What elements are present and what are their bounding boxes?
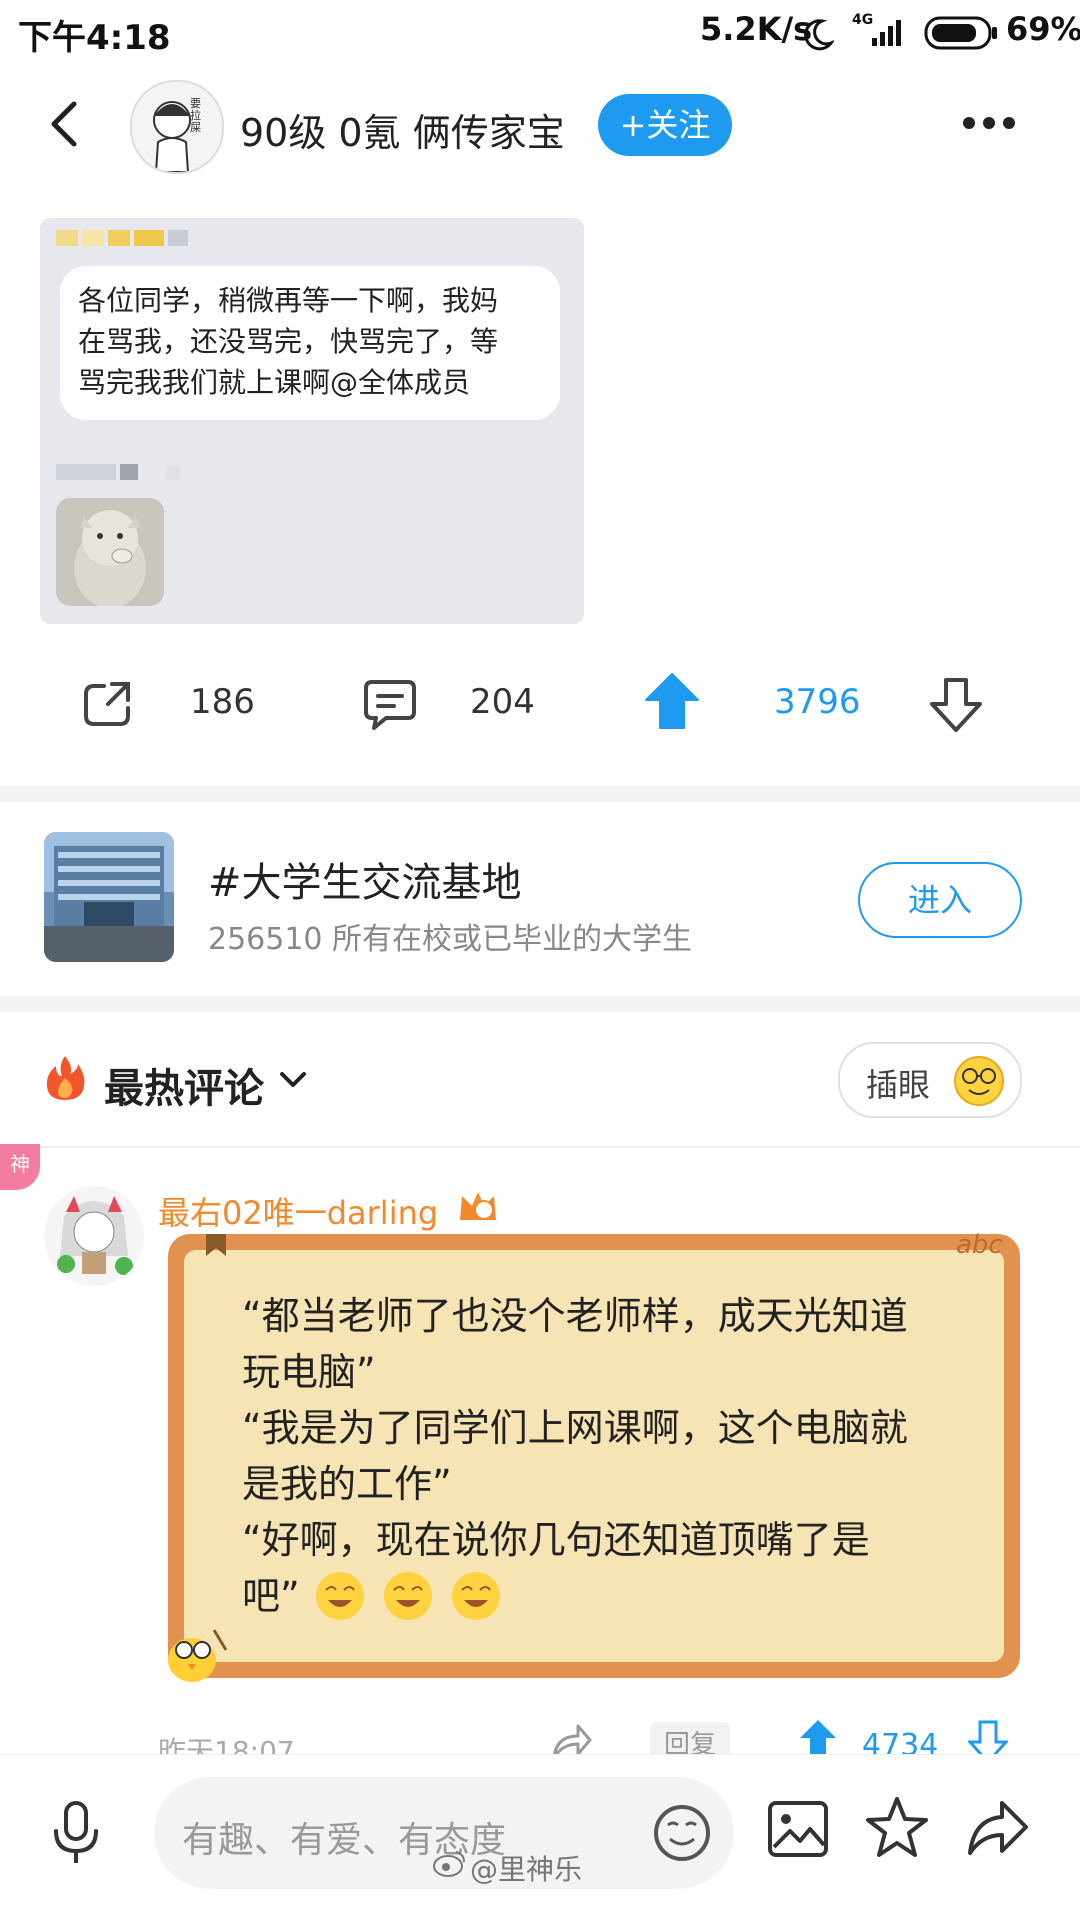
weibo-logo-icon — [433, 1851, 465, 1877]
moon-icon — [804, 19, 834, 51]
blurred-sender-name-2 — [56, 462, 196, 482]
share-count: 186 — [190, 682, 255, 722]
section-divider — [0, 786, 1080, 802]
more-dots-icon[interactable] — [962, 116, 1016, 130]
comment-bubble: “都当老师了也没个老师样，成天光知道 玩电脑” “我是为了同学们上网课啊，这个电… — [184, 1250, 1004, 1662]
section-divider-2 — [0, 996, 1080, 1012]
commenter-name[interactable]: 最右02唯一darling — [158, 1188, 438, 1234]
author-avatar[interactable]: 要拉屎 — [130, 80, 224, 174]
upvote-icon[interactable] — [644, 672, 700, 732]
status-bar: 下午4:18 5.2K/s 4G 69% — [0, 0, 1080, 64]
glasses-emoji-icon — [954, 1056, 1004, 1106]
avatar-drawing — [153, 101, 191, 172]
signal-icon — [872, 20, 901, 46]
bottom-input-bar: 有趣、有爱、有态度 — [0, 1754, 1080, 1921]
microphone-icon[interactable] — [48, 1799, 104, 1869]
bookmark-tab-icon — [206, 1234, 226, 1256]
like-count: 3796 — [774, 682, 861, 722]
follow-button[interactable]: +关注 — [598, 94, 732, 156]
battery-percent: 69% — [1006, 10, 1080, 48]
stick-eye-button[interactable]: 插眼 — [838, 1042, 1022, 1118]
chevron-down-icon[interactable] — [278, 1068, 308, 1092]
avatar-caption: 要拉屎 — [190, 97, 201, 134]
author-name[interactable]: 90级 0氪 俩传家宝 — [240, 102, 565, 157]
comment-count: 204 — [470, 682, 535, 722]
comment-sort-label[interactable]: 最热评论 — [104, 1056, 264, 1114]
image-icon[interactable] — [766, 1799, 830, 1859]
network-speed: 5.2K/s — [700, 10, 813, 48]
cat-sticker-image — [56, 498, 164, 606]
share-icon[interactable] — [82, 678, 136, 728]
god-comment-badge: 神 — [0, 1144, 40, 1190]
laughing-emoji-icon — [316, 1572, 364, 1620]
laughing-emoji-row — [316, 1572, 500, 1620]
topic-description: 256510 所有在校或已毕业的大学生 — [208, 922, 693, 957]
header-underline — [0, 1146, 1080, 1148]
post-image[interactable]: 各位同学，稍微再等一下啊，我妈 在骂我，还没骂完，快骂完了，等 骂完我我们就上课… — [40, 218, 584, 624]
emoji-picker-icon[interactable] — [652, 1803, 712, 1863]
back-arrow-icon[interactable] — [46, 100, 82, 148]
chat-bubble: 各位同学，稍微再等一下啊，我妈 在骂我，还没骂完，快骂完了，等 骂完我我们就上课… — [60, 266, 560, 420]
crown-badge-icon — [460, 1192, 496, 1220]
star-favorite-icon[interactable] — [864, 1795, 930, 1861]
frame-abc-label: abc — [956, 1230, 1003, 1260]
battery-icon — [924, 16, 997, 50]
downvote-icon[interactable] — [928, 676, 984, 734]
blurred-sender-name — [56, 228, 196, 248]
commenter-avatar[interactable] — [44, 1186, 144, 1286]
status-time: 下午4:18 — [18, 18, 171, 58]
flame-icon — [46, 1056, 85, 1100]
forward-share-icon[interactable] — [964, 1797, 1030, 1859]
chick-glasses-icon — [168, 1629, 228, 1682]
comment-icon[interactable] — [362, 678, 418, 730]
post-header: 要拉屎 90级 0氪 俩传家宝 +关注 — [0, 64, 1080, 184]
topic-cover-image[interactable] — [44, 832, 174, 962]
stick-eye-label: 插眼 — [866, 1066, 931, 1104]
watermark-text: @里神乐 — [470, 1853, 583, 1886]
topic-name[interactable]: #大学生交流基地 — [208, 850, 522, 908]
enter-topic-button[interactable]: 进入 — [858, 862, 1022, 938]
